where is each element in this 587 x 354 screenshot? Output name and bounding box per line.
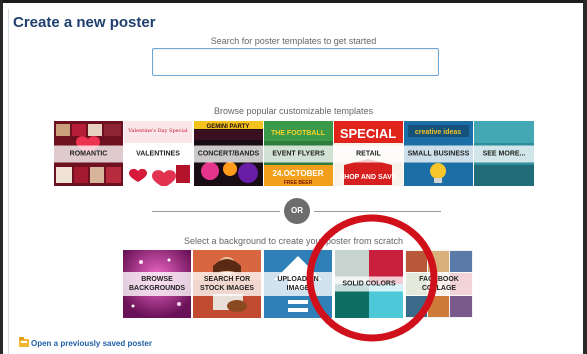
browse-backgrounds-tile[interactable]: BROWSE BACKGROUNDS bbox=[123, 250, 191, 318]
template-event-flyers-tile[interactable]: THE FOOTBALL 24.OCTOBER FREE BEER EVENT … bbox=[264, 121, 333, 186]
browse-line1: BROWSE bbox=[141, 276, 173, 283]
template-label-concert-bands: CONCERT/BANDS bbox=[194, 145, 263, 162]
left-border bbox=[0, 0, 3, 354]
valentines-art-text: Valentine's Day Special bbox=[127, 128, 188, 134]
right-border bbox=[583, 0, 587, 354]
template-label-retail: RETAIL bbox=[334, 145, 403, 162]
top-border bbox=[0, 0, 587, 3]
event-art-date: 24.OCTOBER bbox=[273, 169, 324, 178]
template-retail-tile[interactable]: SPECIAL SHOP AND SAVE RETAIL bbox=[334, 121, 403, 186]
option-label-browse-backgrounds: BROWSE BACKGROUNDS bbox=[123, 272, 191, 296]
option-label-facebook-collage: FACEBOOK COLLAGE bbox=[405, 272, 473, 296]
template-concert-tile[interactable]: GEMINI PARTY CONCERT/BANDS bbox=[194, 121, 263, 186]
business-art-text: creative ideas bbox=[415, 129, 461, 136]
facebook-collage-tile[interactable]: FACEBOOK COLLAGE bbox=[405, 250, 473, 318]
backgrounds-caption: Select a background to create your poste… bbox=[183, 236, 404, 246]
stock-line1: SEARCH FOR bbox=[203, 276, 251, 283]
collage-line2: COLLAGE bbox=[421, 285, 457, 292]
template-see-more-tile[interactable]: SEE MORE... bbox=[474, 121, 534, 186]
templates-caption: Browse popular customizable templates bbox=[213, 106, 374, 116]
template-valentines-tile[interactable]: Valentine's Day Special VALENTINES bbox=[124, 121, 192, 186]
concert-art-text: GEMINI PARTY bbox=[207, 124, 250, 130]
template-romantic-tile[interactable]: ROMANTIC bbox=[54, 121, 123, 186]
stock-line2: STOCK IMAGES bbox=[200, 285, 254, 292]
option-label-upload-image: UPLOAD AN IMAGE bbox=[264, 272, 332, 296]
solid-line1: SOLID COLORS bbox=[342, 280, 396, 288]
divider-line-left bbox=[152, 211, 280, 212]
upload-image-tile[interactable]: UPLOAD AN IMAGE bbox=[264, 250, 332, 318]
page-title: Create a new poster bbox=[13, 14, 156, 31]
app-frame: Create a new poster Search for poster te… bbox=[0, 0, 587, 354]
template-small-business-tile[interactable]: creative ideas SMALL BUSINESS bbox=[404, 121, 473, 186]
template-label-event-flyers: EVENT FLYERS bbox=[264, 145, 333, 162]
template-search-input[interactable] bbox=[152, 48, 439, 76]
event-art-title: THE FOOTBALL bbox=[271, 130, 326, 137]
retail-art-sub: SHOP AND SAVE bbox=[339, 174, 396, 181]
option-label-solid-colors: SOLID COLORS bbox=[335, 276, 403, 292]
template-label-see-more: SEE MORE... bbox=[474, 145, 534, 162]
or-badge: OR bbox=[284, 198, 310, 224]
folder-icon bbox=[19, 337, 29, 347]
collage-line1: FACEBOOK bbox=[419, 276, 459, 283]
template-label-small-business: SMALL BUSINESS bbox=[404, 145, 473, 162]
search-stock-images-tile[interactable]: SEARCH FOR STOCK IMAGES bbox=[193, 250, 261, 318]
upload-line1: UPLOAD AN IMAGE bbox=[277, 276, 319, 292]
open-saved-poster-link[interactable]: Open a previously saved poster bbox=[31, 339, 152, 348]
template-label-valentines: VALENTINES bbox=[124, 145, 192, 162]
retail-art-title: SPECIAL bbox=[340, 126, 396, 141]
browse-line2: BACKGROUNDS bbox=[129, 285, 185, 292]
option-label-search-stock-images: SEARCH FOR STOCK IMAGES bbox=[193, 272, 261, 296]
search-caption: Search for poster templates to get start… bbox=[210, 36, 377, 46]
template-label-romantic: ROMANTIC bbox=[54, 145, 123, 162]
divider-line-right bbox=[314, 211, 441, 212]
event-art-sub: FREE BEER bbox=[284, 180, 313, 186]
solid-colors-tile[interactable]: SOLID COLORS bbox=[335, 250, 403, 318]
